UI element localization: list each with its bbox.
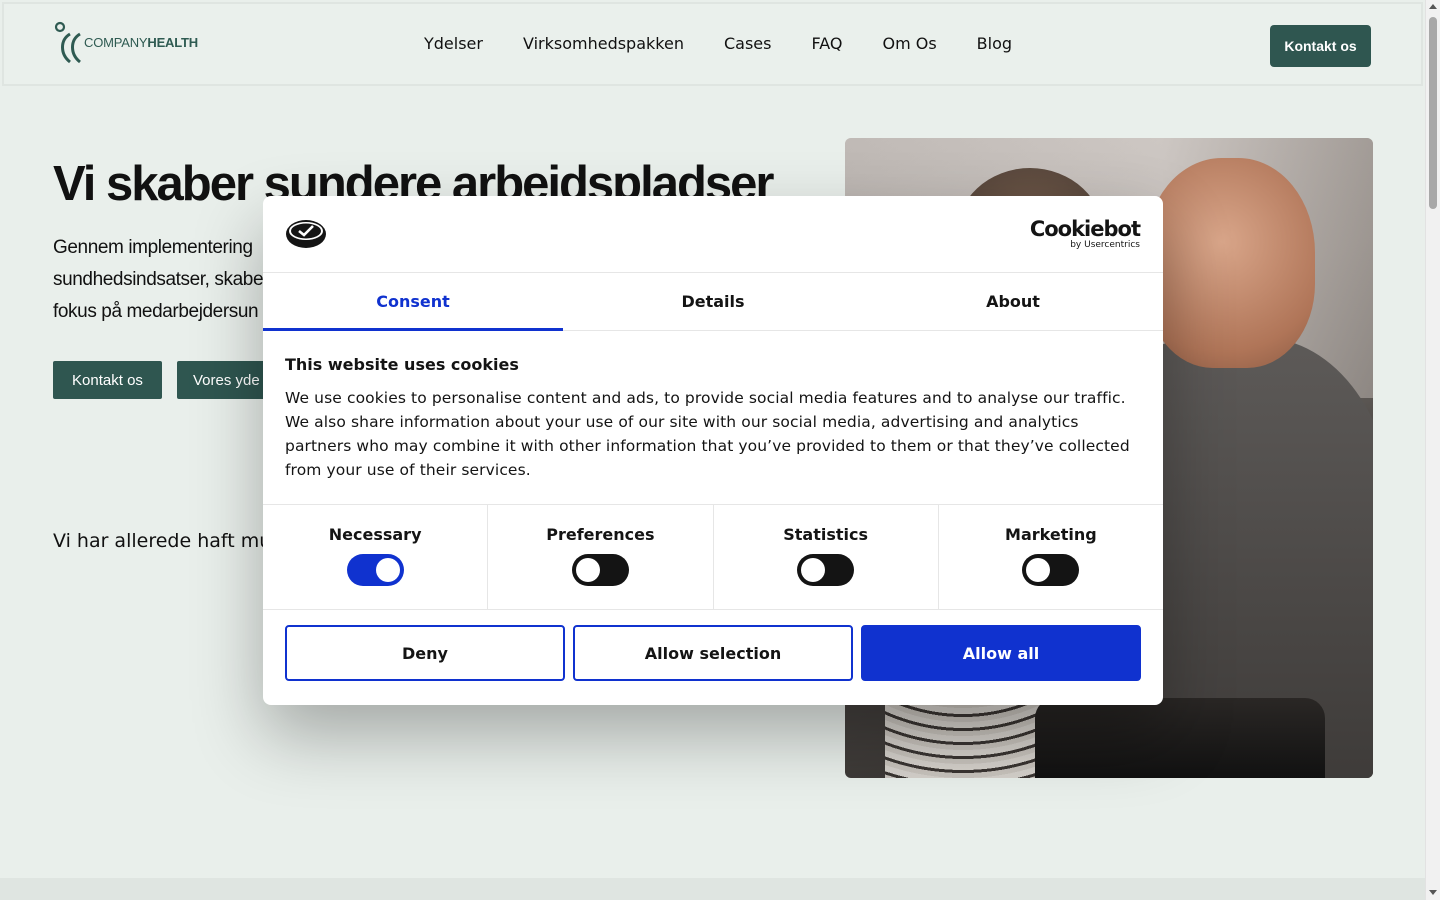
toggle-knob <box>801 558 826 582</box>
category-label: Statistics <box>783 525 868 544</box>
necessary-toggle[interactable] <box>346 554 404 586</box>
main-nav: Ydelser Virksomhedspakken Cases FAQ Om O… <box>424 34 1012 53</box>
logo-wordmark: COMPANYHEALTH <box>84 34 198 50</box>
company-logo[interactable]: COMPANYHEALTH <box>54 20 198 64</box>
tab-about[interactable]: About <box>863 273 1163 330</box>
cookiebot-sub: by Usercentrics <box>1070 240 1140 250</box>
cookie-actions: Deny Allow selection Allow all <box>285 625 1141 681</box>
allow-selection-button[interactable]: Allow selection <box>573 625 853 681</box>
nav-item-faq[interactable]: FAQ <box>811 34 842 53</box>
cookie-categories: Necessary Preferences Statistics Marketi… <box>263 504 1163 610</box>
toggle-knob <box>575 558 600 582</box>
site-header: COMPANYHEALTH Ydelser Virksomhedspakken … <box>2 2 1423 86</box>
trusted-by-text: Vi har allerede haft mu <box>53 530 272 552</box>
cookiebot-logo-icon <box>286 220 326 248</box>
cookie-title: This website uses cookies <box>285 355 519 374</box>
scrollbar-thumb[interactable] <box>1429 17 1437 209</box>
scroll-down-icon[interactable] <box>1429 890 1437 895</box>
toggle-knob <box>1026 558 1051 582</box>
photo-person-head <box>1145 158 1315 368</box>
next-section-band <box>0 878 1425 900</box>
toggle-knob <box>375 558 400 582</box>
category-statistics: Statistics <box>714 505 939 609</box>
nav-item-virksomhedspakken[interactable]: Virksomhedspakken <box>523 34 684 53</box>
allow-all-button[interactable]: Allow all <box>861 625 1141 681</box>
page-scrollbar[interactable] <box>1425 0 1440 900</box>
statistics-toggle[interactable] <box>797 554 855 586</box>
nav-item-cases[interactable]: Cases <box>724 34 772 53</box>
cookiebot-brand: Cookiebot by Usercentrics <box>1029 217 1141 251</box>
nav-item-blog[interactable]: Blog <box>977 34 1012 53</box>
header-contact-button[interactable]: Kontakt os <box>1270 25 1371 67</box>
category-label: Necessary <box>328 525 422 544</box>
photo-exercise-machine <box>1035 698 1325 778</box>
category-marketing: Marketing <box>939 505 1163 609</box>
cookie-dialog-header: Cookiebot by Usercentrics <box>263 196 1163 273</box>
logo-icon <box>54 21 82 64</box>
deny-button[interactable]: Deny <box>285 625 565 681</box>
cookie-body: This website uses cookies We use cookies… <box>285 355 1141 482</box>
preferences-toggle[interactable] <box>571 554 629 586</box>
category-label: Marketing <box>1005 525 1097 544</box>
cookie-tabs: Consent Details About <box>263 273 1163 331</box>
cookie-description: We use cookies to personalise content an… <box>285 389 1130 479</box>
tab-details[interactable]: Details <box>563 273 863 330</box>
marketing-toggle[interactable] <box>1022 554 1080 586</box>
tab-consent[interactable]: Consent <box>263 273 563 331</box>
hero-contact-button[interactable]: Kontakt os <box>53 361 162 399</box>
nav-item-ydelser[interactable]: Ydelser <box>424 34 483 53</box>
category-label: Preferences <box>546 525 655 544</box>
category-necessary: Necessary <box>263 505 489 609</box>
scroll-up-icon[interactable] <box>1429 4 1437 9</box>
cookie-consent-dialog: Cookiebot by Usercentrics Consent Detail… <box>263 196 1163 705</box>
nav-item-om-os[interactable]: Om Os <box>882 34 936 53</box>
category-preferences: Preferences <box>488 505 714 609</box>
cookiebot-name: Cookiebot <box>1029 217 1141 241</box>
